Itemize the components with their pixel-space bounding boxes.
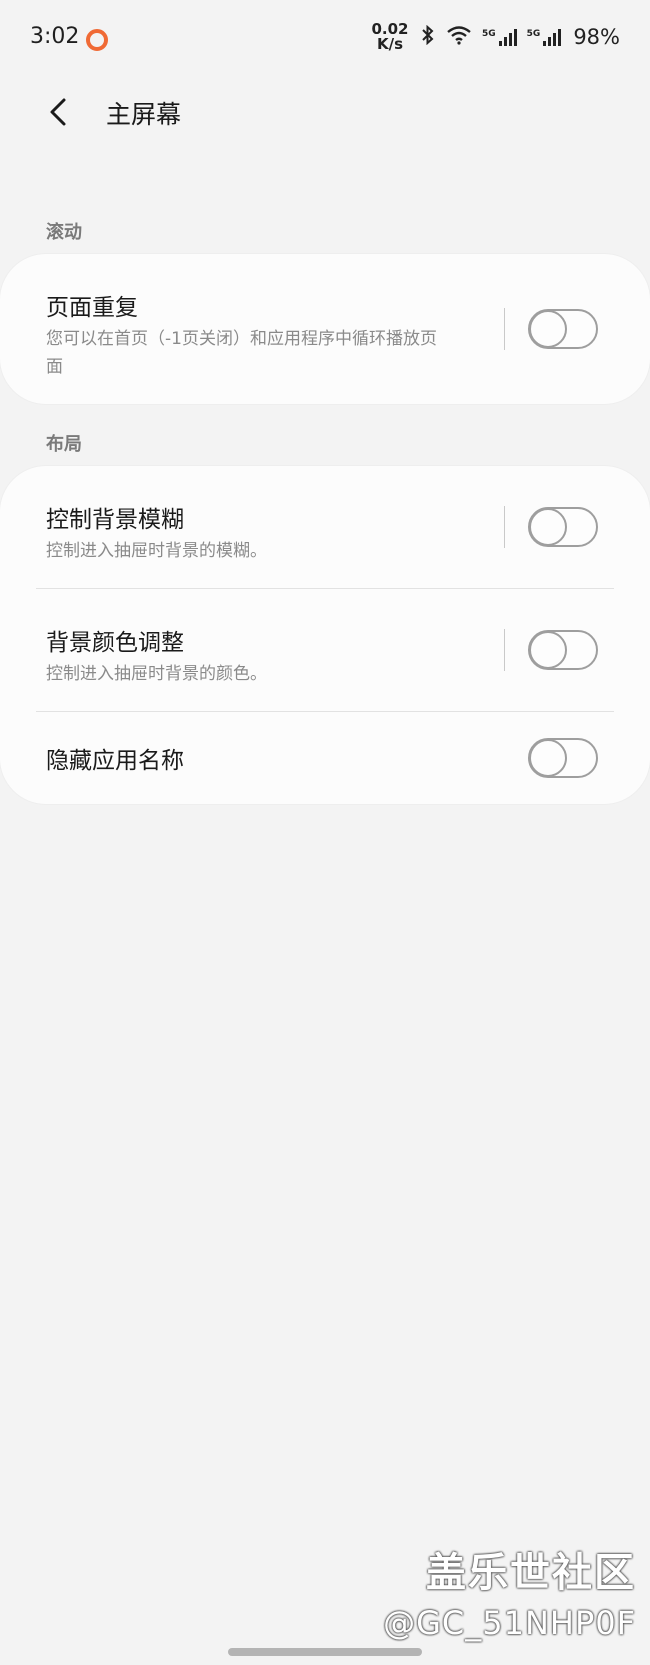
settings-card-layout: 控制背景模糊 控制进入抽屉时背景的模糊。 背景颜色调整 控制进入抽屉时背景的颜色… — [0, 466, 650, 804]
toggle-knob — [529, 508, 567, 546]
status-time: 3:02 — [30, 24, 80, 49]
ring-notification-icon — [86, 29, 108, 51]
toggle-knob — [529, 310, 567, 348]
network-speed-unit: K/s — [376, 35, 404, 53]
setting-description: 控制进入抽屉时背景的模糊。 — [46, 541, 267, 561]
divider-vertical — [504, 308, 505, 350]
section-label-layout: 布局 — [46, 434, 82, 455]
page-loop-toggle[interactable] — [528, 309, 598, 349]
setting-title: 控制背景模糊 — [46, 507, 184, 533]
setting-row-page-loop[interactable]: 页面重复 您可以在首页（-1页关闭）和应用程序中循环播放页 面 — [0, 254, 650, 404]
setting-row-background-blur[interactable]: 控制背景模糊 控制进入抽屉时背景的模糊。 — [0, 466, 650, 588]
setting-title: 隐藏应用名称 — [46, 748, 184, 774]
settings-card-scroll: 页面重复 您可以在首页（-1页关闭）和应用程序中循环播放页 面 — [0, 254, 650, 404]
watermark-brand: 盖乐世社区 — [426, 1550, 636, 1596]
setting-row-hide-app-names[interactable]: 隐藏应用名称 — [0, 712, 650, 804]
signal-strength-icon-2: 5G — [526, 28, 562, 46]
signal-label-2: 5G — [526, 28, 541, 39]
battery-level: 98% — [573, 25, 620, 49]
wifi-icon — [446, 25, 472, 50]
hide-app-names-toggle[interactable] — [528, 738, 598, 778]
setting-description: 您可以在首页（-1页关闭）和应用程序中循环播放页 — [46, 329, 437, 349]
setting-row-background-color[interactable]: 背景颜色调整 控制进入抽屉时背景的颜色。 — [0, 589, 650, 711]
divider-vertical — [504, 629, 505, 671]
status-indicators: 0.02 K/s 5G 5G 98% — [370, 22, 620, 52]
signal-strength-icon: 5G — [482, 28, 517, 46]
background-color-toggle[interactable] — [528, 630, 598, 670]
toggle-knob — [529, 631, 567, 669]
signal-label: 5G — [482, 28, 496, 39]
back-button[interactable] — [36, 88, 84, 136]
setting-description: 控制进入抽屉时背景的颜色。 — [46, 664, 267, 684]
chevron-left-icon — [50, 98, 66, 126]
app-header: 主屏幕 — [0, 80, 650, 156]
setting-description-cont: 面 — [46, 357, 63, 377]
bluetooth-icon — [420, 24, 436, 50]
page-title: 主屏幕 — [106, 100, 182, 129]
setting-title: 背景颜色调整 — [46, 630, 184, 656]
status-bar: 3:02 0.02 K/s 5G 5G 98% — [0, 0, 650, 78]
section-label-scroll: 滚动 — [46, 222, 82, 243]
toggle-knob — [529, 739, 567, 777]
watermark-user: @GC_51NHP0F — [383, 1604, 636, 1642]
background-blur-toggle[interactable] — [528, 507, 598, 547]
home-indicator[interactable] — [228, 1648, 422, 1656]
divider-vertical — [504, 506, 505, 548]
network-speed: 0.02 K/s — [370, 22, 410, 52]
setting-title: 页面重复 — [46, 295, 138, 321]
